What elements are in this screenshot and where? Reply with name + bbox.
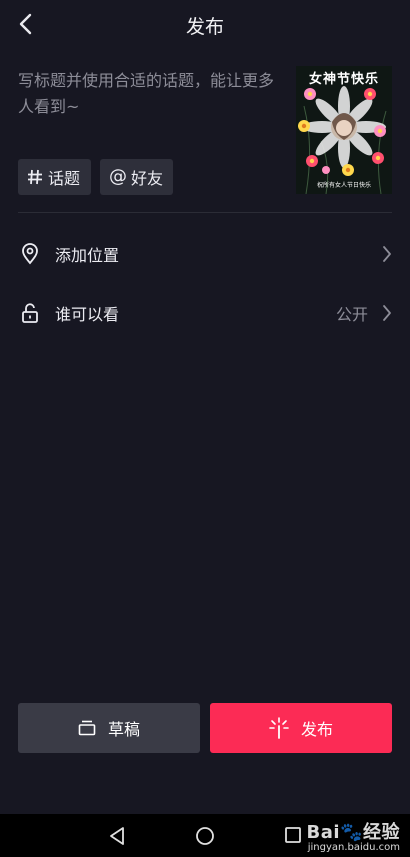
- mention-friend-chip[interactable]: @ 好友: [100, 159, 173, 195]
- location-pin-icon: [22, 243, 38, 265]
- friend-chip-label: 好友: [131, 169, 164, 188]
- caption-input[interactable]: 写标题并使用合适的话题，能让更多人看到~: [18, 68, 286, 120]
- visibility-value: 公开: [335, 305, 368, 324]
- top-bar: 发布: [0, 0, 410, 50]
- cover-thumbnail[interactable]: 女神节快乐 祝所有女人节日快乐: [296, 66, 392, 194]
- nav-back-icon[interactable]: [108, 826, 126, 846]
- chevron-right-icon: [383, 305, 391, 321]
- cover-subtitle-text: 祝所有女人节日快乐: [316, 182, 371, 189]
- publish-button[interactable]: 发布: [210, 703, 392, 753]
- visibility-label: 谁可以看: [55, 305, 120, 324]
- system-navigation-bar: Bai🐾经验 jingyan.baidu.com: [0, 814, 410, 857]
- add-location-label: 添加位置: [55, 246, 120, 265]
- divider: [18, 212, 392, 213]
- hashtag-icon: [28, 169, 42, 185]
- draft-button-label: 草稿: [107, 720, 140, 739]
- cover-title-text: 女神节快乐: [308, 72, 379, 87]
- at-sign-icon: @: [109, 166, 127, 187]
- chevron-right-icon: [383, 246, 391, 262]
- page-title: 发布: [185, 16, 224, 38]
- save-draft-button[interactable]: 草稿: [18, 703, 200, 753]
- topic-chip[interactable]: 话题: [18, 159, 91, 195]
- publish-sparkle-icon: [269, 717, 289, 739]
- visibility-row[interactable]: 谁可以看 公开: [0, 285, 410, 341]
- watermark-sub-text: jingyan.baidu.com: [307, 842, 400, 853]
- topic-chip-label: 话题: [48, 169, 81, 188]
- nav-recents-icon[interactable]: [284, 826, 302, 844]
- add-location-row[interactable]: 添加位置: [0, 226, 410, 282]
- unlock-icon: [22, 303, 38, 323]
- draft-box-icon: [78, 720, 96, 736]
- watermark-main-text: Bai🐾经验: [306, 822, 400, 843]
- publish-button-label: 发布: [300, 720, 333, 739]
- nav-home-icon[interactable]: [195, 826, 215, 846]
- baidu-jingyan-watermark: Bai🐾经验 jingyan.baidu.com: [307, 818, 400, 853]
